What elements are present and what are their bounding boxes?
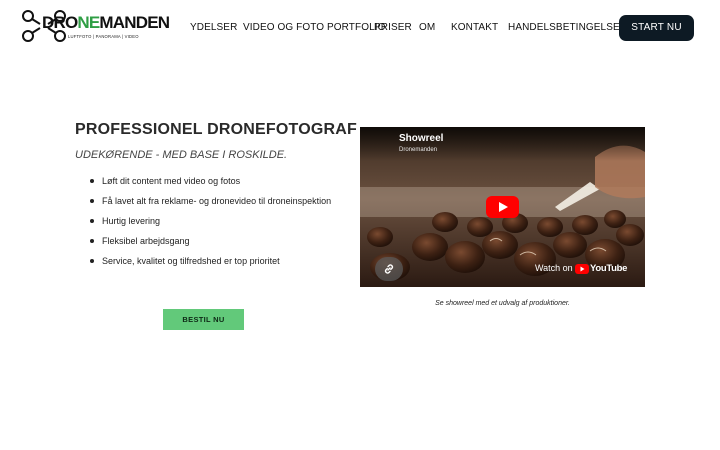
watch-on-youtube-label[interactable]: Watch on (535, 262, 573, 274)
hero-title: PROFESSIONEL DRONEFOTOGRAF (75, 121, 357, 138)
nav-item-handelsbetingelser[interactable]: HANDELSBETINGELSER (508, 21, 627, 35)
youtube-logo[interactable]: YouTube (575, 263, 627, 275)
link-icon (384, 264, 394, 274)
feature-list-item: Service, kvalitet og tilfredshed er top … (88, 254, 331, 274)
video-caption: Se showreel med et udvalg af produktione… (435, 300, 570, 307)
nav-item-portfolio[interactable]: VIDEO OG FOTO PORTFOLIO (243, 21, 386, 35)
bestil-nu-button[interactable]: BESTIL NU (163, 309, 244, 330)
nav-item-ydelser[interactable]: YDELSER (190, 21, 237, 35)
main-navigation: YDELSER VIDEO OG FOTO PORTFOLIO PRISER O… (0, 21, 720, 35)
site-header: DRONEMANDEN LUFTFOTO | PANORAMA | VIDEO … (0, 0, 720, 56)
feature-list: Løft dit content med video og fotos Få l… (88, 174, 331, 274)
video-channel[interactable]: Dronemanden (399, 146, 437, 154)
feature-list-item: Løft dit content med video og fotos (88, 174, 331, 194)
start-nu-button[interactable]: START NU (619, 15, 694, 41)
hero-subtitle: UDEKØRENDE - MED BASE I ROSKILDE. (75, 149, 288, 161)
youtube-logo-icon (575, 264, 589, 274)
video-title[interactable]: Showreel (399, 133, 443, 145)
feature-list-item: Fleksibel arbejdsgang (88, 234, 331, 254)
nav-item-priser[interactable]: PRISER (374, 21, 412, 35)
nav-item-om[interactable]: OM (419, 21, 435, 35)
nav-item-kontakt[interactable]: KONTAKT (451, 21, 498, 35)
youtube-play-icon[interactable] (486, 196, 519, 218)
copy-link-button[interactable] (375, 257, 403, 281)
feature-list-item: Få lavet alt fra reklame- og dronevideo … (88, 194, 331, 214)
feature-list-item: Hurtig levering (88, 214, 331, 234)
youtube-wordmark: YouTube (590, 263, 628, 274)
